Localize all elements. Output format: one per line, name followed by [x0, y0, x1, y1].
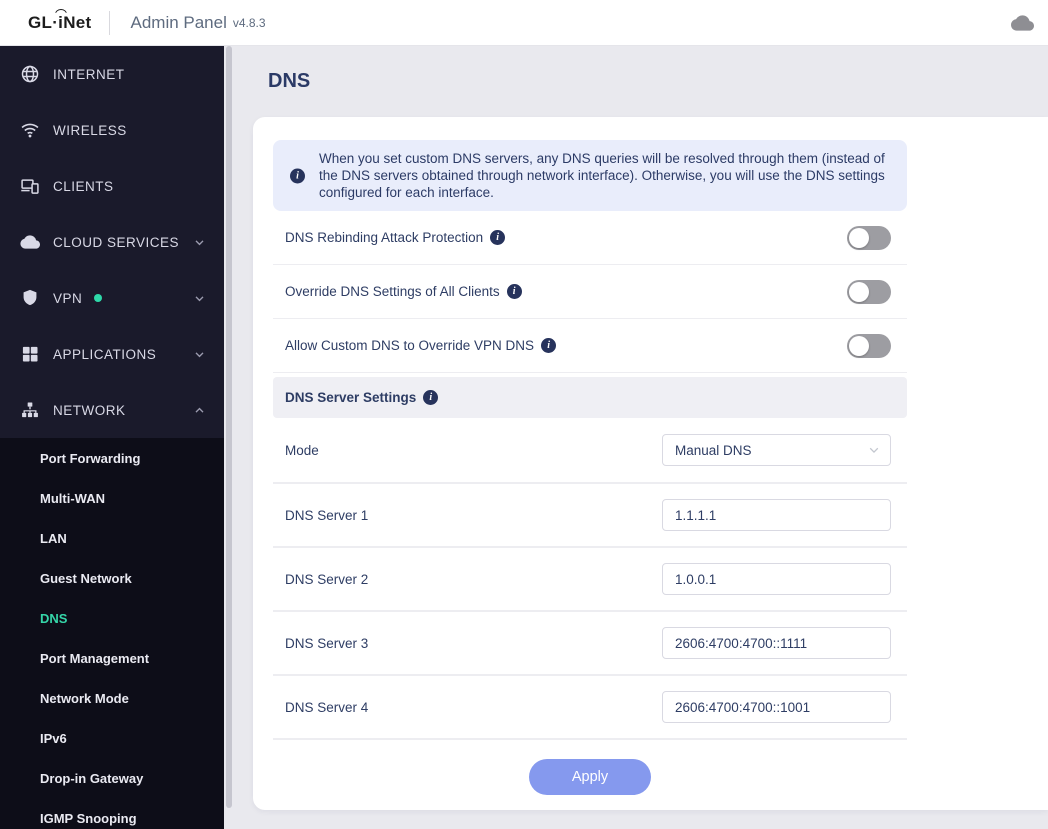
submenu-item-network-mode[interactable]: Network Mode	[0, 678, 224, 718]
wifi-icon	[20, 120, 40, 140]
submenu-label: Drop-in Gateway	[40, 770, 144, 786]
submenu-item-guest-network[interactable]: Guest Network	[0, 558, 224, 598]
submenu-label: Port Forwarding	[40, 450, 141, 466]
network-submenu: Port Forwarding Multi-WAN LAN Guest Netw…	[0, 438, 224, 829]
override-dns-toggle[interactable]	[847, 279, 891, 304]
shield-icon	[20, 288, 40, 308]
dns-settings-card: i When you set custom DNS servers, any D…	[253, 117, 1048, 810]
setting-row-mode: Mode Manual DNS	[273, 418, 907, 484]
sidebar-item-label: CLIENTS	[53, 178, 114, 194]
setting-row-dns-rebinding: DNS Rebinding Attack Protection i	[273, 211, 907, 265]
info-banner: i When you set custom DNS servers, any D…	[273, 140, 907, 211]
dns-server-2-input[interactable]	[662, 563, 891, 595]
submenu-item-port-forwarding[interactable]: Port Forwarding	[0, 438, 224, 478]
sidebar-item-wireless[interactable]: WIRELESS	[0, 102, 224, 158]
setting-label: Allow Custom DNS to Override VPN DNS	[285, 338, 535, 353]
submenu-label: Network Mode	[40, 690, 129, 706]
apply-button[interactable]: Apply	[529, 758, 651, 795]
setting-row-custom-dns-vpn: Allow Custom DNS to Override VPN DNS i	[273, 319, 907, 373]
admin-panel-title: Admin Panel	[130, 12, 227, 32]
sidebar-item-internet[interactable]: INTERNET	[0, 46, 224, 102]
sidebar-item-label: APPLICATIONS	[53, 346, 157, 362]
submenu-item-port-management[interactable]: Port Management	[0, 638, 224, 678]
sidebar-item-clients[interactable]: CLIENTS	[0, 158, 224, 214]
sitemap-icon	[20, 400, 40, 420]
chevron-down-icon	[193, 348, 206, 361]
submenu-label: DNS	[40, 610, 68, 626]
setting-row-dns-server-2: DNS Server 2	[273, 548, 907, 612]
submenu-label: IPv6	[40, 730, 67, 746]
submenu-item-drop-in-gateway[interactable]: Drop-in Gateway	[0, 758, 224, 798]
submenu-item-ipv6[interactable]: IPv6	[0, 718, 224, 758]
toggle-knob	[849, 335, 869, 356]
custom-dns-vpn-toggle[interactable]	[847, 333, 891, 358]
page-title: DNS	[268, 70, 311, 92]
cloud-status-icon[interactable]	[1011, 14, 1034, 31]
info-icon: i	[290, 168, 305, 183]
mode-label: Mode	[285, 442, 319, 458]
dns-server-label: DNS Server 1	[285, 507, 369, 523]
submenu-label: LAN	[40, 530, 67, 546]
top-header: GL·iNet Admin Panel v4.8.3	[0, 0, 1048, 46]
setting-label: Override DNS Settings of All Clients	[285, 284, 500, 299]
info-icon[interactable]: i	[541, 338, 557, 353]
submenu-label: Guest Network	[40, 570, 132, 586]
submenu-item-multi-wan[interactable]: Multi-WAN	[0, 478, 224, 518]
vpn-status-dot	[94, 294, 103, 302]
sidebar-item-label: INTERNET	[53, 66, 125, 82]
sidebar-item-label: VPN	[53, 290, 83, 306]
dns-server-1-input[interactable]	[662, 499, 891, 531]
info-icon[interactable]: i	[506, 284, 522, 299]
header-divider	[109, 10, 111, 35]
sidebar-item-label: CLOUD SERVICES	[53, 234, 180, 250]
sidebar-item-label: WIRELESS	[53, 122, 127, 138]
section-title: DNS Server Settings	[285, 390, 417, 405]
setting-row-dns-server-3: DNS Server 3	[273, 612, 907, 676]
setting-label: DNS Rebinding Attack Protection	[285, 230, 484, 245]
glinet-logo: GL·iNet	[28, 8, 92, 33]
dns-server-label: DNS Server 2	[285, 571, 369, 587]
dns-server-3-input[interactable]	[662, 627, 891, 659]
submenu-label: Multi-WAN	[40, 490, 105, 506]
chevron-down-icon	[193, 292, 206, 305]
submenu-item-igmp-snooping[interactable]: IGMP Snooping	[0, 798, 224, 829]
main-content: DNS i When you set custom DNS servers, a…	[224, 46, 1048, 829]
sidebar-item-vpn[interactable]: VPN	[0, 270, 224, 326]
setting-row-dns-server-4: DNS Server 4	[273, 676, 907, 740]
sidebar-nav: INTERNET WIRELESS CLIENTS CLOUD SERVICES…	[0, 46, 224, 829]
setting-row-dns-server-1: DNS Server 1	[273, 484, 907, 548]
grid-icon	[20, 344, 40, 364]
submenu-label: Port Management	[40, 650, 150, 666]
sidebar-item-applications[interactable]: APPLICATIONS	[0, 326, 224, 382]
submenu-label: IGMP Snooping	[40, 810, 137, 826]
setting-row-override-dns: Override DNS Settings of All Clients i	[273, 265, 907, 319]
dns-rebinding-toggle[interactable]	[847, 225, 891, 250]
logo-text: GL·iNet	[28, 12, 92, 32]
info-banner-text: When you set custom DNS servers, any DNS…	[319, 151, 885, 200]
dns-server-settings-header: DNS Server Settings i	[273, 377, 907, 418]
submenu-item-dns[interactable]: DNS	[0, 598, 224, 638]
dns-server-label: DNS Server 3	[285, 635, 369, 651]
globe-icon	[20, 64, 40, 84]
submenu-item-lan[interactable]: LAN	[0, 518, 224, 558]
toggle-knob	[849, 281, 869, 302]
sidebar-item-label: NETWORK	[53, 402, 126, 418]
dns-server-label: DNS Server 4	[285, 699, 369, 715]
firmware-version: v4.8.3	[232, 15, 266, 30]
chevron-up-icon	[193, 404, 206, 417]
sidebar-item-cloud-services[interactable]: CLOUD SERVICES	[0, 214, 224, 270]
chevron-down-icon	[867, 443, 881, 457]
sidebar-item-network[interactable]: NETWORK	[0, 382, 224, 438]
info-icon[interactable]: i	[490, 230, 506, 245]
cloud-icon	[20, 232, 40, 252]
scrollbar[interactable]	[226, 46, 232, 808]
devices-icon	[20, 176, 40, 196]
mode-select[interactable]: Manual DNS	[662, 434, 891, 466]
toggle-knob	[849, 227, 869, 248]
mode-select-value: Manual DNS	[675, 442, 752, 458]
info-icon[interactable]: i	[423, 390, 439, 405]
dns-server-4-input[interactable]	[662, 691, 891, 723]
chevron-down-icon	[193, 236, 206, 249]
apply-row: Apply	[273, 740, 907, 813]
